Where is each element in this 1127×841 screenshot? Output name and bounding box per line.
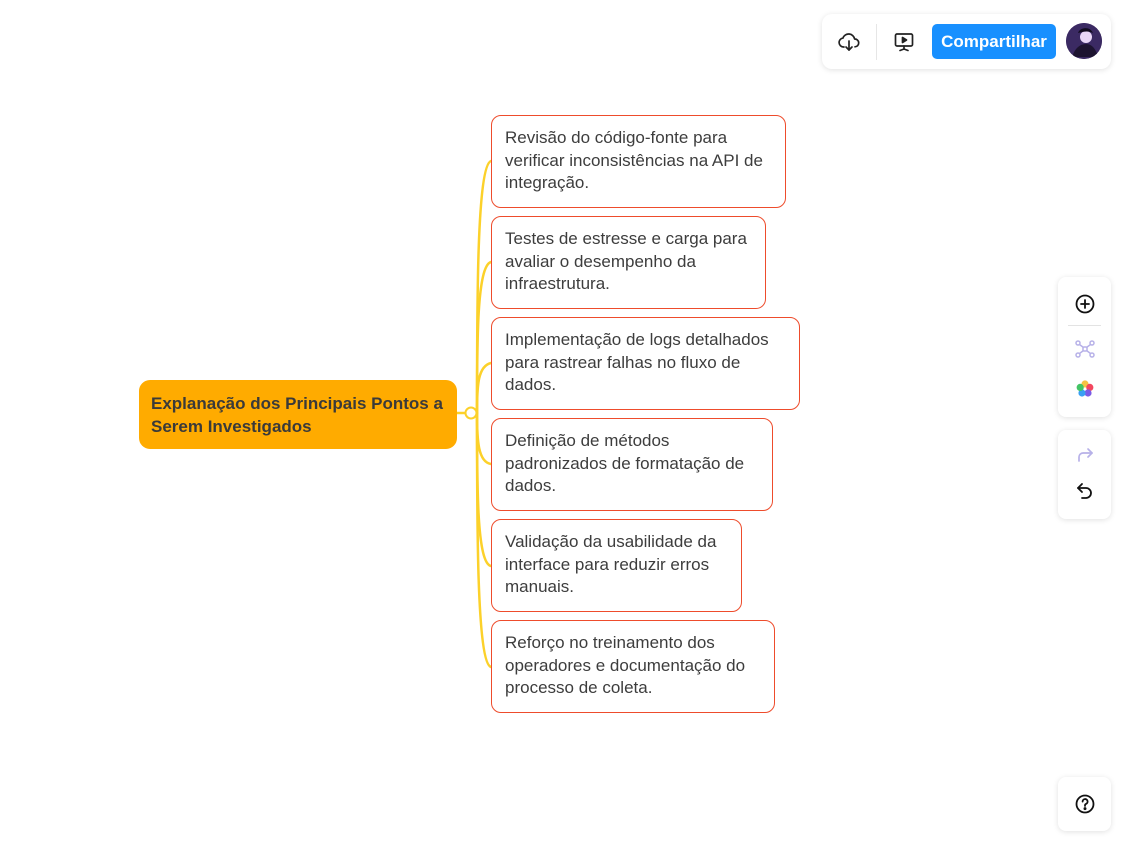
root-node[interactable]: Explanação dos Principais Pontos a Serem…: [139, 380, 457, 449]
branch-line: [475, 411, 493, 466]
child-node-text: Revisão do código-fonte para verificar i…: [505, 128, 763, 192]
child-node-text: Testes de estresse e carga para avaliar …: [505, 229, 747, 293]
collapse-toggle: [464, 406, 478, 420]
child-node-text: Implementação de logs detalhados para ra…: [505, 330, 769, 394]
child-node[interactable]: Revisão do código-fonte para verificar i…: [491, 115, 786, 208]
child-node-text: Reforço no treinamento dos operadores e …: [505, 633, 746, 697]
child-node[interactable]: Implementação de logs detalhados para ra…: [491, 317, 800, 410]
child-node-text: Definição de métodos padronizados de for…: [505, 431, 745, 495]
branch-line: [475, 260, 493, 415]
child-node[interactable]: Testes de estresse e carga para avaliar …: [491, 216, 766, 309]
child-node-text: Validação da usabilidade da interface pa…: [505, 532, 717, 596]
child-node[interactable]: Reforço no treinamento dos operadores e …: [491, 620, 775, 713]
root-node-text: Explanação dos Principais Pontos a Serem…: [151, 393, 443, 436]
child-node[interactable]: Validação da usabilidade da interface pa…: [491, 519, 742, 612]
branch-line: [475, 361, 493, 415]
child-node[interactable]: Definição de métodos padronizados de for…: [491, 418, 773, 511]
branch-line: [475, 411, 493, 568]
